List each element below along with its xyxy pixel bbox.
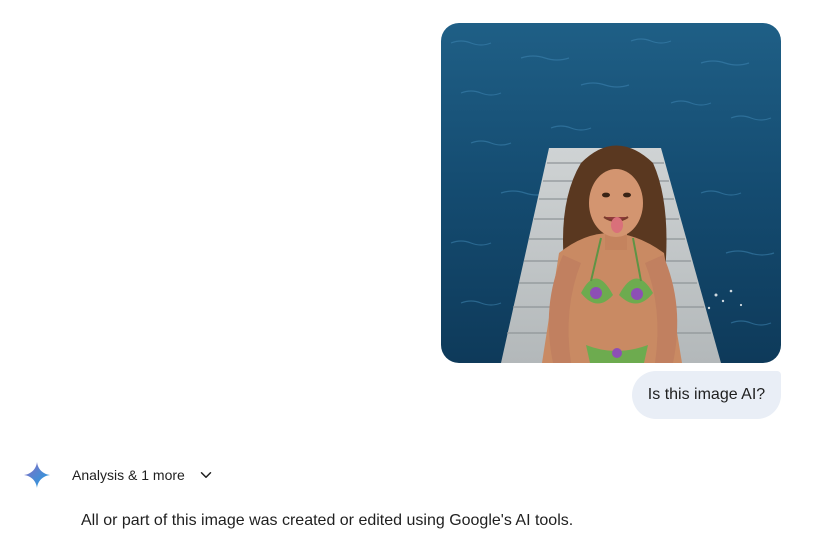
- gemini-sparkle-icon: [24, 462, 50, 488]
- analysis-tools-toggle[interactable]: Analysis & 1 more: [64, 460, 223, 490]
- response-text: All or part of this image was created or…: [81, 512, 574, 529]
- user-message-text: Is this image AI?: [647, 386, 766, 403]
- chevron-down-icon: [200, 472, 212, 478]
- analysis-tools-label: Analysis & 1 more: [72, 467, 185, 483]
- chat-page: Is this image AI? Analysis & 1 more All …: [0, 0, 818, 556]
- user-uploaded-image[interactable]: [441, 23, 781, 363]
- user-message-bubble: Is this image AI?: [632, 371, 781, 419]
- photo-illustration: [441, 23, 781, 363]
- response-header: Analysis & 1 more: [0, 456, 818, 496]
